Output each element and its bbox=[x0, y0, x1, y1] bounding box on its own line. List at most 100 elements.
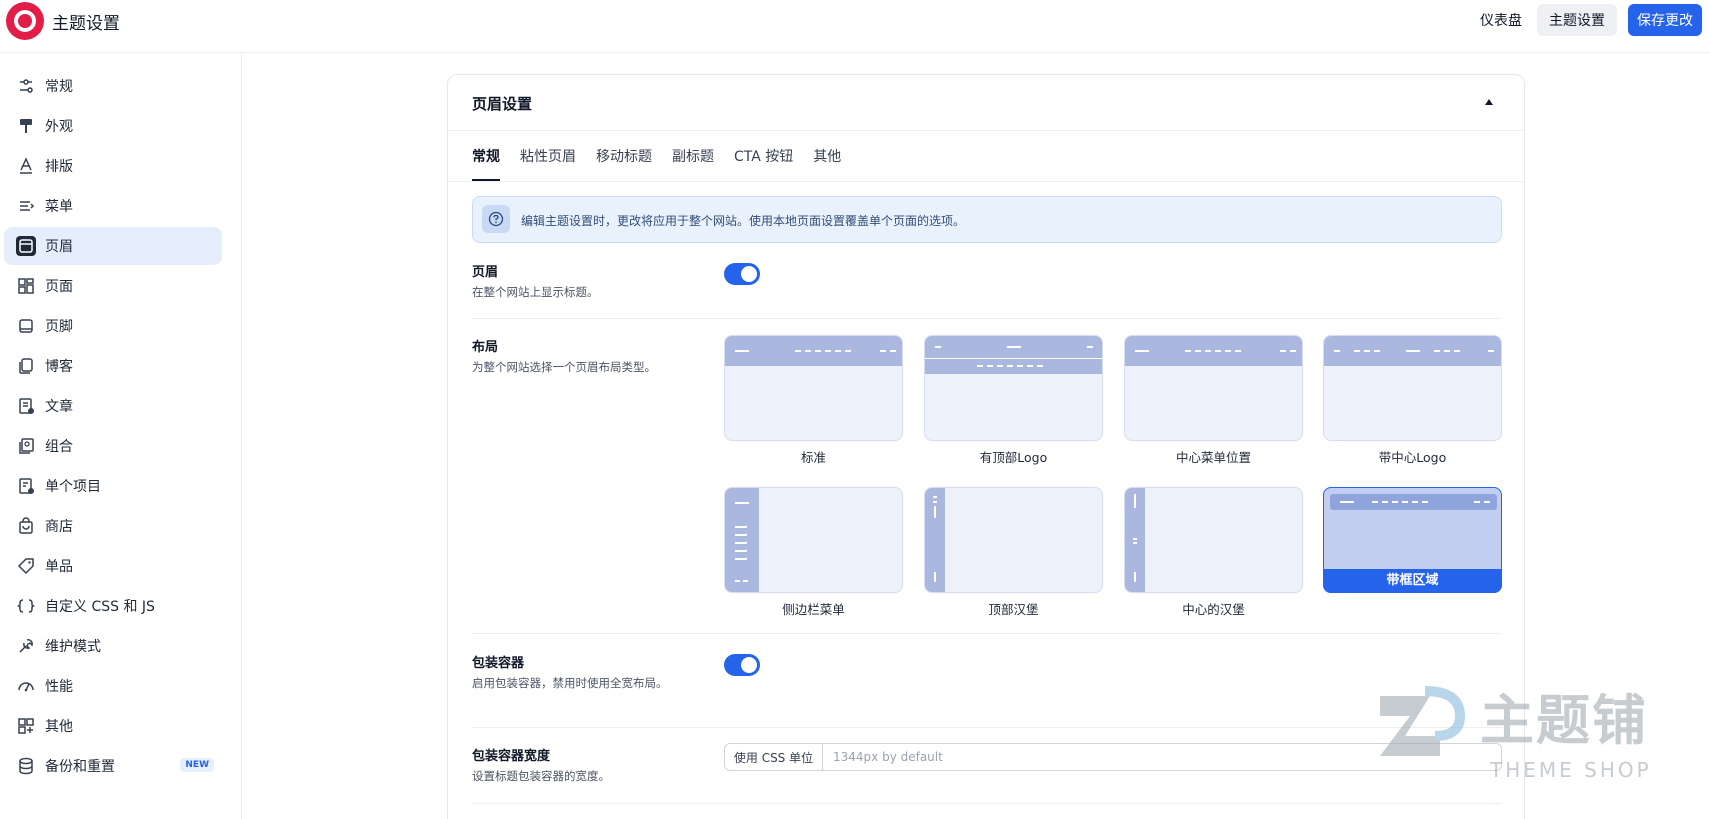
header-settings-card: 页眉设置 常规 粘性页眉 移动标题 副标题 CTA 按钮 其他 编辑主题设置时，更改将应用… bbox=[447, 74, 1525, 819]
watermark-title: 主题铺 bbox=[1480, 689, 1648, 752]
sidebar-item-4[interactable]: 页眉 bbox=[4, 227, 222, 265]
tab-5[interactable]: 其他 bbox=[813, 145, 841, 181]
pages-icon bbox=[16, 276, 36, 296]
tab-3[interactable]: 副标题 bbox=[672, 145, 714, 181]
tab-2[interactable]: 移动标题 bbox=[596, 145, 652, 181]
sidebar-item-10[interactable]: 单个项目 bbox=[4, 467, 222, 505]
layout-option-5[interactable] bbox=[924, 487, 1103, 593]
sidebar-item-label: 页面 bbox=[45, 279, 73, 295]
theme-settings-button[interactable]: 主题设置 bbox=[1537, 4, 1617, 36]
collapse-icon[interactable] bbox=[1482, 95, 1496, 109]
sidebar-item-label: 组合 bbox=[45, 439, 73, 455]
sidebar: 常规外观排版菜单页眉页面页脚博客文章组合单个项目商店单品自定义 CSS 和 JS… bbox=[0, 53, 242, 819]
wrapper-toggle[interactable] bbox=[724, 654, 760, 676]
layout-option-4[interactable] bbox=[724, 487, 903, 593]
tab-0[interactable]: 常规 bbox=[472, 145, 500, 181]
sidebar-item-12[interactable]: 单品 bbox=[4, 547, 222, 585]
layout-option-label: 标准 bbox=[800, 450, 826, 465]
layout-option-2[interactable] bbox=[1124, 335, 1303, 441]
watermark-logo-icon bbox=[1380, 686, 1466, 756]
footer-icon bbox=[16, 316, 36, 336]
wrapper-width-desc: 设置标题包装容器的宽度。 bbox=[472, 769, 610, 783]
layout-label: 布局 bbox=[472, 340, 499, 355]
header-toggle-label: 页眉 bbox=[472, 265, 499, 280]
article-icon bbox=[16, 396, 36, 416]
sidebar-item-label: 维护模式 bbox=[45, 639, 101, 655]
header-toggle-desc: 在整个网站上显示标题。 bbox=[472, 285, 599, 299]
layout-preview-icon bbox=[1324, 336, 1501, 366]
wrench-icon bbox=[16, 636, 36, 656]
layout-preview-icon bbox=[925, 336, 1102, 374]
header-icon bbox=[16, 236, 36, 256]
sidebar-item-label: 文章 bbox=[45, 399, 73, 415]
watermark-subtitle: THEME SHOP bbox=[1490, 758, 1652, 782]
layout-option-label: 中心菜单位置 bbox=[1175, 450, 1251, 465]
layout-preview-icon bbox=[725, 488, 759, 592]
layout-option-6[interactable] bbox=[1124, 487, 1303, 593]
layout-desc: 为整个网站选择一个页眉布局类型。 bbox=[472, 360, 656, 374]
gauge-icon bbox=[16, 676, 36, 696]
sidebar-item-label: 页脚 bbox=[45, 319, 73, 335]
help-circle-icon bbox=[482, 205, 510, 233]
layout-option-3[interactable] bbox=[1323, 335, 1502, 441]
sidebar-item-label: 排版 bbox=[45, 159, 73, 175]
sidebar-item-14[interactable]: 维护模式 bbox=[4, 627, 222, 665]
sidebar-item-16[interactable]: 其他 bbox=[4, 707, 222, 745]
layout-preview-icon bbox=[1125, 336, 1302, 366]
sidebar-item-2[interactable]: 排版 bbox=[4, 147, 222, 185]
divider bbox=[448, 181, 1524, 182]
layout-option-label: 有顶部Logo bbox=[979, 450, 1048, 465]
sidebar-item-3[interactable]: 菜单 bbox=[4, 187, 222, 225]
sidebar-item-label: 页眉 bbox=[45, 239, 73, 255]
layout-option-label: 带中心Logo bbox=[1378, 450, 1447, 465]
sidebar-item-17[interactable]: 备份和重置 NEW bbox=[4, 747, 222, 785]
save-button[interactable]: 保存更改 bbox=[1628, 4, 1702, 36]
menu-icon bbox=[16, 196, 36, 216]
sidebar-item-label: 菜单 bbox=[45, 199, 73, 215]
divider bbox=[472, 633, 1502, 634]
single-item-icon bbox=[16, 476, 36, 496]
sidebar-item-0[interactable]: 常规 bbox=[4, 67, 222, 105]
layout-option-label: 中心的汉堡 bbox=[1182, 602, 1245, 617]
sidebar-item-5[interactable]: 页面 bbox=[4, 267, 222, 305]
layout-option-0[interactable] bbox=[724, 335, 903, 441]
divider bbox=[472, 318, 1502, 319]
tab-bar: 常规 粘性页眉 移动标题 副标题 CTA 按钮 其他 bbox=[472, 145, 861, 181]
divider bbox=[448, 130, 1524, 131]
code-icon bbox=[16, 596, 36, 616]
sidebar-item-13[interactable]: 自定义 CSS 和 JS bbox=[4, 587, 222, 625]
sidebar-item-1[interactable]: 外观 bbox=[4, 107, 222, 145]
sidebar-item-label: 商店 bbox=[45, 519, 73, 535]
sidebar-item-9[interactable]: 组合 bbox=[4, 427, 222, 465]
header-toggle[interactable] bbox=[724, 263, 760, 285]
sidebar-item-11[interactable]: 商店 bbox=[4, 507, 222, 545]
layout-option-label: 侧边栏菜单 bbox=[782, 602, 845, 617]
sidebar-item-label: 单个项目 bbox=[45, 479, 101, 495]
sidebar-item-8[interactable]: 文章 bbox=[4, 387, 222, 425]
wrapper-toggle-label: 包装容器 bbox=[472, 656, 525, 671]
tag-icon bbox=[16, 556, 36, 576]
wrapper-width-label: 包装容器宽度 bbox=[472, 749, 551, 764]
sidebar-item-6[interactable]: 页脚 bbox=[4, 307, 222, 345]
app-logo-icon bbox=[6, 2, 44, 40]
sidebar-item-7[interactable]: 博客 bbox=[4, 347, 222, 385]
sidebar-item-label: 备份和重置 bbox=[45, 759, 115, 775]
sidebar-item-label: 外观 bbox=[45, 119, 73, 135]
divider bbox=[472, 727, 1502, 728]
dashboard-link[interactable]: 仪表盘 bbox=[1480, 10, 1522, 30]
tab-4[interactable]: CTA 按钮 bbox=[734, 145, 793, 181]
typography-icon bbox=[16, 156, 36, 176]
divider bbox=[472, 803, 1502, 804]
sidebar-item-label: 其他 bbox=[45, 719, 73, 735]
layout-option-label-selected: 带框区域 bbox=[1323, 569, 1502, 593]
layout-preview-icon bbox=[725, 336, 902, 366]
layout-preview-icon bbox=[925, 488, 945, 592]
database-icon bbox=[16, 756, 36, 776]
top-bar: 主题设置 仪表盘 主题设置 保存更改 bbox=[0, 0, 1710, 53]
sidebar-item-label: 自定义 CSS 和 JS bbox=[45, 599, 155, 615]
layout-option-1[interactable] bbox=[924, 335, 1103, 441]
tab-1[interactable]: 粘性页眉 bbox=[520, 145, 576, 181]
css-unit-label: 使用 CSS 单位 bbox=[725, 744, 823, 770]
sidebar-item-15[interactable]: 性能 bbox=[4, 667, 222, 705]
blog-icon bbox=[16, 356, 36, 376]
